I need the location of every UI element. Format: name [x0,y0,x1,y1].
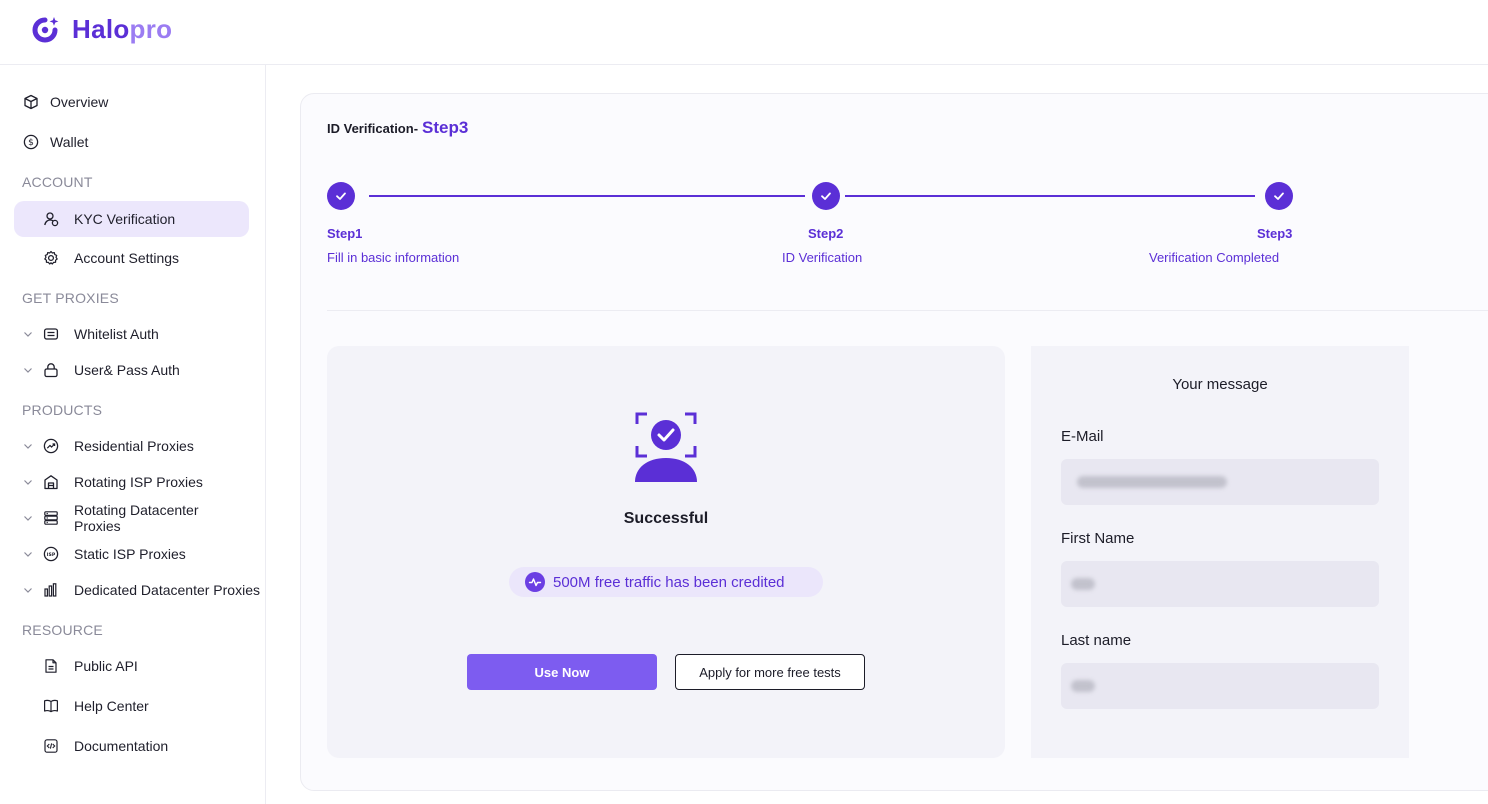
page-title-step: Step3 [422,118,469,137]
page-title: ID Verification- Step3 [327,118,468,138]
email-field[interactable] [1061,459,1379,505]
brand-logo[interactable]: Halopro [30,14,172,45]
divider [327,310,1488,311]
sidebar-item-whitelist-auth[interactable]: Whitelist Auth [14,316,249,352]
success-panel: Successful 500M free traffic has been cr… [327,346,1005,758]
sidebar: Overview $ Wallet ACCOUNT KYC Verificati… [0,65,266,804]
svg-text:$: $ [28,138,34,148]
page-title-prefix: ID Verification- [327,121,419,136]
sidebar-item-label: User& Pass Auth [74,362,180,378]
server-icon [42,509,60,527]
brand-name: Halopro [72,14,172,45]
book-icon [42,697,60,715]
sidebar-item-overview[interactable]: Overview [14,84,249,120]
sidebar-item-label: Help Center [74,698,149,714]
success-status: Successful [623,510,709,527]
step-2-description: ID Verification [782,250,863,265]
verification-stepper: Step1 Fill in basic information Step2 ID… [327,182,1297,272]
sidebar-item-wallet[interactable]: $ Wallet [14,124,249,160]
trend-up-icon [42,437,60,455]
sidebar-item-public-api[interactable]: Public API [14,648,249,684]
sidebar-item-label: Wallet [50,134,89,150]
sidebar-item-label: Whitelist Auth [74,326,159,342]
sidebar-item-kyc-verification[interactable]: KYC Verification [14,201,249,237]
lock-icon [42,361,60,379]
face-verified-icon [635,412,697,482]
sidebar-item-account-settings[interactable]: Account Settings [14,240,249,276]
sidebar-item-static-isp-proxies[interactable]: ISP Static ISP Proxies [14,536,249,572]
chevron-down-icon [24,516,32,521]
first-name-label: First Name [1061,530,1135,547]
sidebar-item-label: Documentation [74,738,169,754]
your-message-panel: Your message E-Mail First Name Last name [1031,346,1409,758]
sidebar-item-label: Dedicated Datacenter Proxies [74,582,260,598]
brand-name-part2: pro [129,14,173,44]
chevron-down-icon [24,368,32,373]
logo-mark-icon [32,16,59,42]
chevron-down-icon [24,480,32,485]
building-icon [42,473,60,491]
step-3-check-icon [1265,182,1293,210]
apply-more-tests-button[interactable]: Apply for more free tests [675,654,865,690]
code-file-icon [42,737,60,755]
chevron-down-icon [24,332,32,337]
step-2-label: Step2 [808,226,844,241]
step-3-label: Step3 [1257,226,1293,241]
bar-chart-icon [42,581,60,599]
sidebar-item-documentation[interactable]: Documentation [14,728,249,764]
redacted-value [1071,578,1095,590]
sidebar-item-label: Static ISP Proxies [74,546,186,562]
chevron-down-icon [24,588,32,593]
sidebar-item-dedicated-datacenter-proxies[interactable]: Dedicated Datacenter Proxies [14,572,264,608]
last-name-label: Last name [1061,632,1132,649]
step-1-check-icon [327,182,355,210]
email-label: E-Mail [1061,428,1104,445]
redacted-value [1071,680,1095,692]
sidebar-item-label: Account Settings [74,250,180,266]
top-bar: Halopro [0,0,1488,65]
sidebar-item-label: Residential Proxies [74,438,194,454]
sidebar-item-rotating-isp-proxies[interactable]: Rotating ISP Proxies [14,464,249,500]
section-resource: RESOURCE [22,622,103,638]
your-message-title: Your message [1172,376,1268,393]
first-name-field[interactable] [1061,561,1379,607]
sidebar-item-label: Rotating Datacenter Proxies [73,502,199,534]
sidebar-item-help-center[interactable]: Help Center [14,688,249,724]
sidebar-item-label: Rotating ISP Proxies [74,474,203,490]
user-verify-icon [42,210,60,228]
step-1-description: Fill in basic information [327,250,460,265]
last-name-field[interactable] [1061,663,1379,709]
main-content: ID Verification- Step3 Step1 Fill in bas… [266,65,1488,804]
gear-icon [42,249,60,267]
step-connector [369,195,805,197]
sidebar-item-user-pass-auth[interactable]: User& Pass Auth [14,352,249,388]
cube-icon [22,93,40,111]
svg-text:ISP: ISP [47,552,56,558]
dollar-circle-icon: $ [22,133,40,151]
step-2-check-icon [812,182,840,210]
step-1-label: Step1 [327,226,363,241]
chevron-down-icon [24,552,32,557]
chevron-down-icon [24,444,32,449]
section-account: ACCOUNT [22,174,93,190]
sidebar-item-label: Overview [50,94,109,110]
traffic-credit-text: 500M free traffic has been credited [553,573,785,591]
verification-card: ID Verification- Step3 Step1 Fill in bas… [300,93,1488,791]
isp-badge-icon: ISP [42,545,60,563]
sidebar-item-label: Public API [74,658,138,674]
sidebar-item-rotating-datacenter-proxies[interactable]: Rotating Datacenter Proxies [14,500,249,536]
activity-icon [525,572,545,592]
redacted-value [1077,476,1227,488]
keyboard-icon [42,325,60,343]
use-now-button[interactable]: Use Now [467,654,657,690]
section-get-proxies: GET PROXIES [22,290,119,306]
sidebar-item-label: KYC Verification [74,211,176,227]
step-3-description: Verification Completed [1149,250,1280,265]
sidebar-item-residential-proxies[interactable]: Residential Proxies [14,428,249,464]
step-connector [845,195,1255,197]
traffic-credit-badge: 500M free traffic has been credited [509,567,823,597]
document-icon [42,657,60,675]
brand-name-part1: Halo [72,14,130,44]
section-products: PRODUCTS [22,402,103,418]
